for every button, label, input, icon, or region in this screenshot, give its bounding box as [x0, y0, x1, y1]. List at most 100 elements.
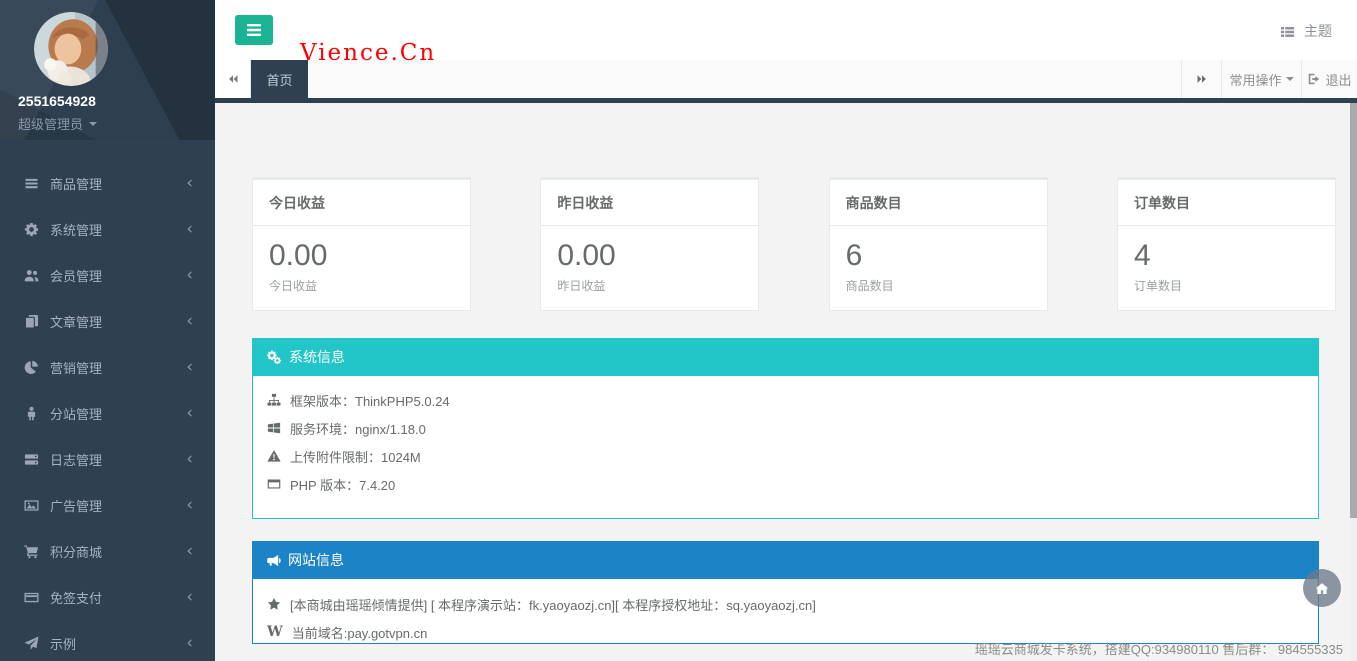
chevron-left-icon: ‹	[186, 405, 193, 422]
windows-icon	[267, 421, 281, 435]
w-icon: W	[267, 625, 283, 639]
user-role-dropdown[interactable]: 超级管理员	[18, 114, 215, 133]
sidebar-item-label: 广告管理	[50, 496, 102, 515]
sign-out-icon	[1307, 72, 1321, 86]
sidebar-item-label: 商品管理	[50, 174, 102, 193]
chevron-left-icon: ‹	[186, 221, 193, 238]
back-home-float-button[interactable]	[1303, 569, 1341, 607]
info-line-server-env: 服务环境：nginx/1.18.0	[267, 414, 1304, 442]
bullhorn-icon	[266, 553, 281, 568]
username: 2551654928	[18, 93, 215, 109]
sidebar-item-label: 会员管理	[50, 266, 102, 285]
sitemap-icon	[267, 393, 281, 407]
common-actions-dropdown[interactable]: 常用操作	[1221, 60, 1301, 98]
watermark-text: Vience.Cn	[300, 40, 436, 66]
sidebar-item-articles[interactable]: 文章管理‹	[0, 298, 215, 344]
stat-title: 商品数目	[830, 180, 1047, 226]
hamburger-icon	[246, 23, 262, 37]
sidebar-toggle-button[interactable]	[235, 15, 273, 45]
sidebar-item-system[interactable]: 系统管理 ‹	[0, 206, 215, 252]
sidebar-item-members[interactable]: 会员管理 ‹	[0, 252, 215, 298]
chevron-left-icon: ‹	[186, 175, 193, 192]
profile-header: 2551654928 超级管理员	[0, 0, 215, 140]
sidebar-item-marketing[interactable]: 营销管理 ‹	[0, 344, 215, 390]
info-text: PHP 版本：7.4.20	[290, 475, 395, 494]
chevron-left-icon: ‹	[186, 359, 193, 376]
sidebar-item-ads[interactable]: 广告管理 ‹	[0, 482, 215, 528]
site-info-panel: 网站信息 [本商城由瑶瑶倾情提供] [ 本程序演示站：fk.yaoyaozj.c…	[252, 541, 1319, 644]
panel-title: 网站信息	[288, 550, 344, 570]
sidebar-item-examples[interactable]: 示例 ‹	[0, 620, 215, 661]
paper-plane-icon	[24, 636, 39, 651]
chevron-left-icon: ‹	[186, 451, 193, 468]
sidebar-item-goods[interactable]: 商品管理 ‹	[0, 160, 215, 206]
info-text: 服务环境：nginx/1.18.0	[290, 419, 426, 438]
logout-button[interactable]: 退出	[1301, 60, 1357, 98]
person-icon	[24, 406, 39, 421]
stat-value: 0.00	[269, 238, 454, 274]
sidebar-item-substations[interactable]: 分站管理 ‹	[0, 390, 215, 436]
home-icon	[1314, 581, 1330, 596]
stat-card-goods-count: 商品数目 6 商品数目	[829, 177, 1048, 311]
user-role-label: 超级管理员	[18, 114, 83, 133]
stat-title: 订单数目	[1118, 180, 1335, 226]
stat-card-yesterday-income: 昨日收益 0.00 昨日收益	[540, 177, 759, 311]
list-icon	[24, 176, 39, 191]
double-left-arrows-icon	[226, 73, 240, 85]
chevron-left-icon: ‹	[186, 313, 193, 330]
info-text: 框架版本：ThinkPHP5.0.24	[290, 391, 450, 410]
sidebar-item-label: 分站管理	[50, 404, 102, 423]
sidebar-item-label: 系统管理	[50, 220, 102, 239]
stat-card-orders-count: 订单数目 4 订单数目	[1117, 177, 1336, 311]
info-line-upload-limit: 上传附件限制：1024M	[267, 442, 1304, 470]
stat-value: 4	[1134, 238, 1319, 274]
sidebar-item-label: 示例	[50, 634, 76, 653]
stat-value: 0.00	[557, 238, 742, 274]
credit-card-icon	[24, 590, 39, 605]
double-right-arrows-icon	[1195, 73, 1209, 85]
chevron-left-icon: ‹	[186, 497, 193, 514]
logout-label: 退出	[1325, 70, 1351, 89]
avatar	[34, 12, 108, 86]
sidebar-item-label: 营销管理	[50, 358, 102, 377]
side-menu: 商品管理 ‹ 系统管理 ‹ 会员管理 ‹ 文章管理‹ 营销管理 ‹ 分站管理 ‹ 日志管理…	[0, 160, 215, 661]
stat-card-today-income: 今日收益 0.00 今日收益	[252, 177, 471, 311]
stats-row: 今日收益 0.00 今日收益 昨日收益 0.00 昨日收益 商品数目 6 商品数…	[252, 177, 1336, 311]
chevron-left-icon: ‹	[186, 589, 193, 606]
info-line-framework: 框架版本：ThinkPHP5.0.24	[267, 386, 1304, 414]
sidebar-item-points-mall[interactable]: 积分商城‹	[0, 528, 215, 574]
scrollbar-track[interactable]	[1350, 103, 1357, 661]
stat-sublabel: 昨日收益	[557, 277, 742, 294]
sidebar-item-no-sign-pay[interactable]: 免签支付‹	[0, 574, 215, 620]
common-actions-label: 常用操作	[1229, 70, 1281, 89]
system-info-panel: 系统信息 框架版本：ThinkPHP5.0.24 服务环境：nginx/1.18…	[252, 338, 1319, 519]
caret-down-icon	[1286, 77, 1294, 81]
chevron-left-icon: ‹	[186, 635, 193, 652]
info-text: [本商城由瑶瑶倾情提供] [ 本程序演示站：fk.yaoyaozj.cn][ 本…	[290, 595, 816, 614]
site-info-body: [本商城由瑶瑶倾情提供] [ 本程序演示站：fk.yaoyaozj.cn][ 本…	[252, 579, 1319, 644]
files-icon	[24, 314, 39, 329]
theme-label: 主题	[1304, 21, 1332, 41]
tab-scroll-left-button[interactable]	[215, 60, 251, 98]
sidebar-item-logs[interactable]: 日志管理 ‹	[0, 436, 215, 482]
gear-icon	[24, 222, 39, 237]
stat-title: 昨日收益	[541, 180, 758, 226]
stat-sublabel: 商品数目	[846, 277, 1031, 294]
stat-value: 6	[846, 238, 1031, 274]
theme-list-icon	[1279, 24, 1296, 39]
cart-icon	[24, 544, 39, 559]
cogs-icon	[266, 350, 282, 365]
theme-button[interactable]: 主题	[1279, 21, 1332, 41]
chevron-left-icon: ‹	[186, 267, 193, 284]
system-info-body: 框架版本：ThinkPHP5.0.24 服务环境：nginx/1.18.0 上传…	[252, 376, 1319, 519]
scrollbar-thumb[interactable]	[1350, 103, 1357, 518]
star-icon	[267, 597, 281, 611]
stat-sublabel: 订单数目	[1134, 277, 1319, 294]
caret-down-icon	[89, 122, 97, 126]
sidebar-item-label: 日志管理	[50, 450, 102, 469]
content-area: 今日收益 0.00 今日收益 昨日收益 0.00 昨日收益 商品数目 6 商品数…	[215, 103, 1357, 661]
tab-scroll-right-button[interactable]	[1181, 60, 1221, 98]
main-area: Vience.Cn 主题 首页 常用操作 退出 今日	[215, 0, 1357, 661]
warning-icon	[267, 449, 281, 463]
info-text: 上传附件限制：1024M	[290, 447, 421, 466]
